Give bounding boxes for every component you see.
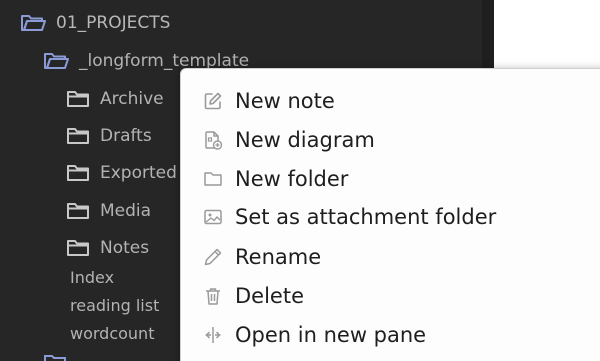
folder-label: Notes (100, 238, 150, 258)
menu-item-new-folder[interactable]: New folder (203, 162, 348, 196)
folder-icon (67, 91, 89, 107)
menu-item-label: New note (235, 89, 335, 113)
menu-item-label: Rename (235, 245, 322, 269)
folder-icon (67, 165, 89, 181)
menu-item-open-new-pane[interactable]: Open in new pane (203, 318, 426, 352)
folder-icon (44, 355, 66, 361)
folder-notes[interactable]: Notes (66, 233, 149, 263)
folder-01-projects[interactable]: 01_PROJECTS (20, 8, 170, 38)
menu-item-rename[interactable]: Rename (203, 240, 321, 274)
menu-item-label: New folder (235, 167, 349, 191)
image-icon (204, 209, 222, 225)
folder-exported[interactable]: Exported (66, 158, 177, 188)
folder-label: Exported (100, 163, 177, 183)
trash-icon (206, 288, 220, 305)
folder-icon (67, 203, 89, 219)
file-index[interactable]: Index (70, 265, 114, 291)
folder-open-icon (44, 53, 69, 69)
menu-item-delete[interactable]: Delete (203, 279, 304, 313)
folder-drafts[interactable]: Drafts (66, 121, 152, 151)
menu-item-label: New diagram (235, 128, 375, 152)
folder-label: Drafts (100, 126, 152, 146)
pencil-icon (204, 248, 222, 266)
menu-item-new-diagram[interactable]: New diagram (203, 123, 375, 157)
folder-media[interactable]: Media (66, 196, 151, 226)
pencil-square-icon (204, 92, 222, 110)
menu-item-set-attachment-folder[interactable]: Set as attachment folder (203, 200, 496, 234)
context-menu: New note New diagram New folder Set as a… (180, 68, 600, 361)
folder-open-icon (21, 15, 46, 31)
menu-item-label: Delete (235, 284, 304, 308)
folder-label: Archive (100, 89, 164, 109)
menu-item-label: Set as attachment folder (235, 205, 497, 229)
folder-icon (67, 128, 89, 144)
app-window: 01_PROJECTS _longform_template Archive D… (0, 0, 600, 361)
folder-label: 01_PROJECTS (56, 13, 171, 33)
menu-item-new-note[interactable]: New note (203, 84, 335, 118)
folder-archive[interactable]: Archive (66, 84, 164, 114)
folder-label: Media (100, 201, 152, 221)
folder-icon (204, 172, 222, 186)
menu-item-label: Open in new pane (235, 323, 427, 347)
file-wordcount[interactable]: wordcount (70, 321, 154, 347)
split-pane-icon (205, 327, 221, 343)
diagram-file-icon (205, 131, 223, 150)
folder-icon (67, 240, 89, 256)
file-reading-list[interactable]: reading list (70, 293, 159, 319)
